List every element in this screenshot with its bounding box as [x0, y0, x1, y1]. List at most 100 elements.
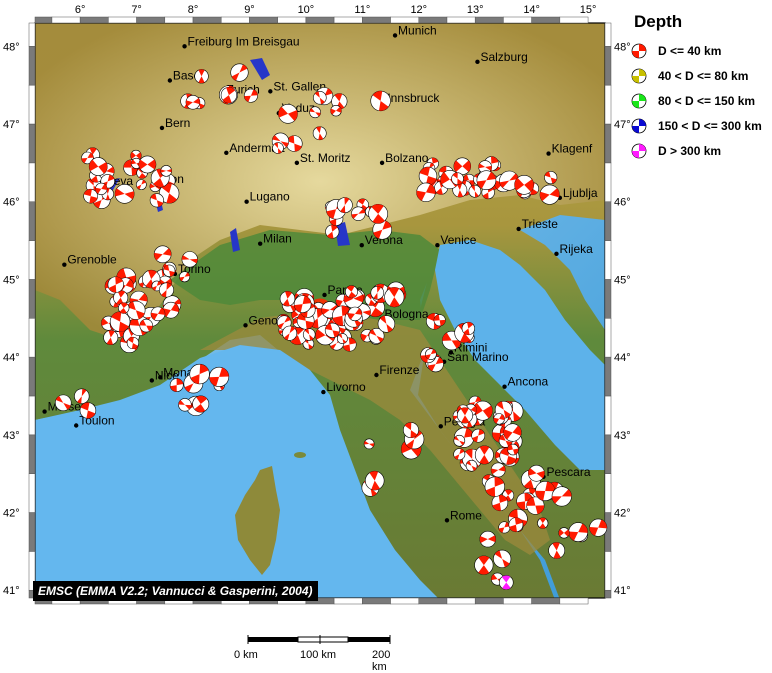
focal-mechanism[interactable] — [192, 395, 210, 413]
focal-mechanism[interactable] — [544, 171, 558, 185]
focal-mechanism[interactable] — [209, 366, 230, 387]
focal-mechanism[interactable] — [114, 183, 135, 204]
focal-mechanism[interactable] — [135, 179, 147, 191]
focal-mechanism[interactable] — [55, 394, 72, 412]
focal-mechanism[interactable] — [368, 203, 389, 224]
focal-mechanism[interactable] — [181, 251, 198, 268]
focal-mechanism[interactable] — [453, 157, 472, 175]
focal-mechanism[interactable] — [493, 549, 512, 568]
focal-mechanism[interactable] — [282, 325, 298, 341]
legend-item-depth-3: 150 < D <= 300 km — [630, 113, 770, 138]
focal-mechanism[interactable] — [278, 103, 298, 124]
focal-mechanism[interactable] — [490, 462, 506, 478]
focal-mechanism[interactable] — [74, 388, 90, 404]
focal-mechanism[interactable] — [491, 494, 509, 512]
frame-tick-left — [28, 84, 36, 125]
focal-mechanism[interactable] — [169, 378, 184, 392]
focal-mechanism[interactable] — [498, 521, 511, 534]
city-marker: Ljublja — [557, 186, 598, 201]
focal-mechanism[interactable] — [138, 155, 157, 174]
focal-mechanism[interactable] — [79, 402, 97, 419]
focal-mechanism[interactable] — [479, 530, 497, 548]
focal-mechanism[interactable] — [456, 407, 474, 424]
focal-mechanism[interactable] — [465, 459, 478, 472]
focal-mechanism[interactable] — [474, 445, 494, 465]
focal-mechanism[interactable] — [126, 300, 146, 320]
focal-mechanism[interactable] — [83, 188, 98, 204]
focal-mechanism[interactable] — [402, 422, 419, 439]
focal-mechanism[interactable] — [194, 69, 209, 84]
focal-mechanism[interactable] — [351, 206, 366, 221]
focal-mechanism[interactable] — [150, 306, 166, 322]
focal-mechanism[interactable] — [149, 193, 164, 208]
focal-mechanism[interactable] — [537, 517, 549, 529]
focal-mechanism[interactable] — [309, 106, 321, 119]
focal-mechanism[interactable] — [139, 318, 153, 333]
focal-mechanism[interactable] — [425, 348, 437, 360]
focal-mechanism[interactable] — [117, 302, 130, 314]
focal-mechanism[interactable] — [302, 328, 316, 341]
focal-mechanism[interactable] — [272, 142, 284, 154]
focal-mechanism[interactable] — [220, 86, 238, 104]
focal-mechanism[interactable] — [503, 423, 522, 442]
focal-mechanism[interactable] — [313, 90, 327, 105]
focal-mechanism[interactable] — [337, 333, 348, 344]
focal-mechanism[interactable] — [589, 518, 608, 537]
focal-mechanism[interactable] — [153, 245, 172, 264]
focal-mechanism[interactable] — [230, 63, 249, 82]
focal-mechanism[interactable] — [163, 264, 176, 277]
focal-mechanism[interactable] — [568, 522, 589, 542]
focal-mechanism[interactable] — [508, 517, 524, 533]
focal-mechanism[interactable] — [185, 95, 201, 110]
focal-mechanism[interactable] — [474, 555, 494, 575]
focal-mechanism[interactable] — [461, 321, 475, 336]
focal-mechanism[interactable] — [160, 165, 172, 177]
focal-mechanism[interactable] — [498, 575, 514, 590]
focal-mechanism[interactable] — [95, 182, 108, 196]
focal-mechanism[interactable] — [88, 157, 108, 176]
focal-mechanism[interactable] — [493, 413, 505, 425]
focal-mechanism[interactable] — [345, 285, 358, 299]
focal-mechanism[interactable] — [162, 301, 180, 319]
focal-mechanism[interactable] — [159, 282, 174, 298]
focal-mechanism[interactable] — [528, 464, 545, 482]
focal-mechanism[interactable] — [377, 315, 396, 333]
focal-mechanism[interactable] — [471, 428, 486, 443]
focal-mechanism[interactable] — [551, 486, 572, 507]
focal-mechanism[interactable] — [476, 170, 497, 191]
focal-mechanism[interactable] — [384, 287, 405, 308]
focal-mechanism[interactable] — [279, 290, 296, 307]
focal-mechanism[interactable] — [363, 438, 375, 450]
focal-mechanism[interactable] — [347, 306, 363, 322]
focal-mechanism[interactable] — [558, 527, 570, 539]
focal-mechanism[interactable] — [453, 448, 466, 461]
focal-mechanism[interactable] — [418, 166, 438, 186]
focal-mechanism[interactable] — [103, 330, 119, 346]
focal-mechanism[interactable] — [453, 434, 466, 447]
focal-mechanism[interactable] — [107, 276, 124, 293]
focal-mechanism[interactable] — [243, 88, 258, 103]
focal-mechanism[interactable] — [126, 336, 139, 350]
focal-mechanism[interactable] — [548, 542, 566, 559]
focal-mechanism[interactable] — [189, 363, 210, 385]
focal-mechanism[interactable] — [370, 90, 391, 112]
focal-mechanism[interactable] — [365, 470, 385, 491]
focal-mechanism[interactable] — [312, 126, 327, 141]
focal-mechanism[interactable] — [324, 322, 341, 338]
focal-mechanism[interactable] — [451, 172, 464, 185]
focal-mechanism[interactable] — [514, 174, 535, 195]
focal-mechanism[interactable] — [109, 311, 131, 332]
focal-mechanism[interactable] — [370, 285, 385, 300]
focal-mechanism[interactable] — [507, 443, 519, 456]
focal-mechanism[interactable] — [416, 182, 436, 202]
focal-mechanism[interactable] — [433, 314, 446, 327]
focal-mechanism[interactable] — [336, 197, 353, 214]
focal-mechanism[interactable] — [330, 105, 342, 117]
focal-mechanism[interactable] — [484, 476, 505, 497]
focal-mechanism[interactable] — [468, 184, 482, 198]
focal-mechanism[interactable] — [179, 271, 191, 283]
focal-mechanism[interactable] — [539, 184, 560, 205]
focal-mechanism[interactable] — [293, 295, 312, 313]
focal-mechanism[interactable] — [178, 398, 192, 412]
focal-mechanism[interactable] — [325, 224, 340, 239]
